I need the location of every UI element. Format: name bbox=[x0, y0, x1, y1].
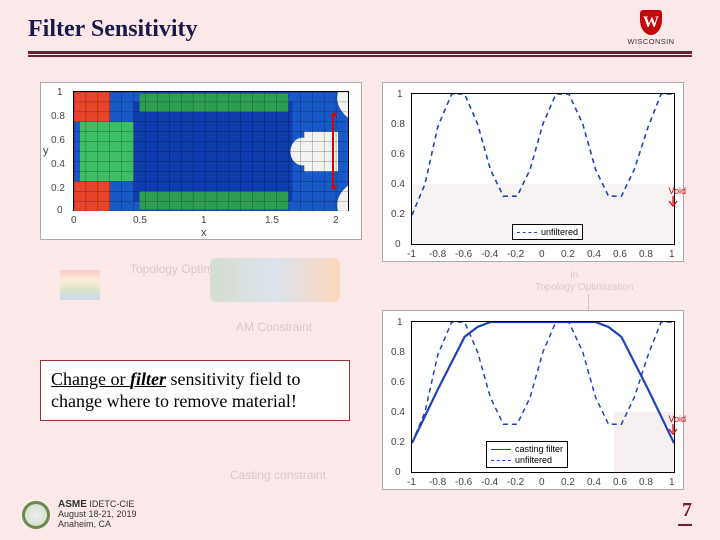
heatmap bbox=[74, 92, 348, 211]
void-label-top: Void bbox=[668, 186, 686, 210]
section-arrow-icon bbox=[332, 114, 334, 188]
plot-axes-bottom: Void casting filter unfiltered bbox=[411, 321, 675, 473]
slide-header: Filter Sensitivity bbox=[28, 16, 692, 57]
uw-logo: W WISCONSIN bbox=[610, 10, 692, 46]
legend-bottom: casting filter unfiltered bbox=[486, 441, 568, 468]
page-number: 7 bbox=[682, 499, 692, 522]
heatmap-axes bbox=[73, 91, 349, 211]
down-arrow-icon bbox=[668, 424, 678, 436]
plot-axes-top: Void unfiltered bbox=[411, 93, 675, 245]
heatmap-panel: 0 0.2 0.4 0.6 0.8 1 0 0.5 1 1.5 2 x y bbox=[40, 82, 362, 240]
slide-title: Filter Sensitivity bbox=[28, 16, 692, 43]
slide-footer: ASME IDETC-CIE August 18-21, 2019 Anahei… bbox=[22, 499, 137, 530]
filtered-plot-panel: Void casting filter unfiltered 0 0.2 0.4… bbox=[382, 310, 684, 490]
unfiltered-plot-panel: Void unfiltered 0 0.2 0.4 0.6 0.8 1 -1 -… bbox=[382, 82, 684, 262]
asme-logo-icon bbox=[22, 501, 50, 529]
down-arrow-icon bbox=[668, 196, 678, 208]
unfiltered-line bbox=[412, 94, 674, 245]
shield-icon: W bbox=[640, 10, 662, 35]
legend-top: unfiltered bbox=[512, 224, 583, 240]
callout-box: Change or filter sensitivity field to ch… bbox=[40, 360, 350, 421]
void-label-bottom: Void bbox=[668, 414, 686, 438]
